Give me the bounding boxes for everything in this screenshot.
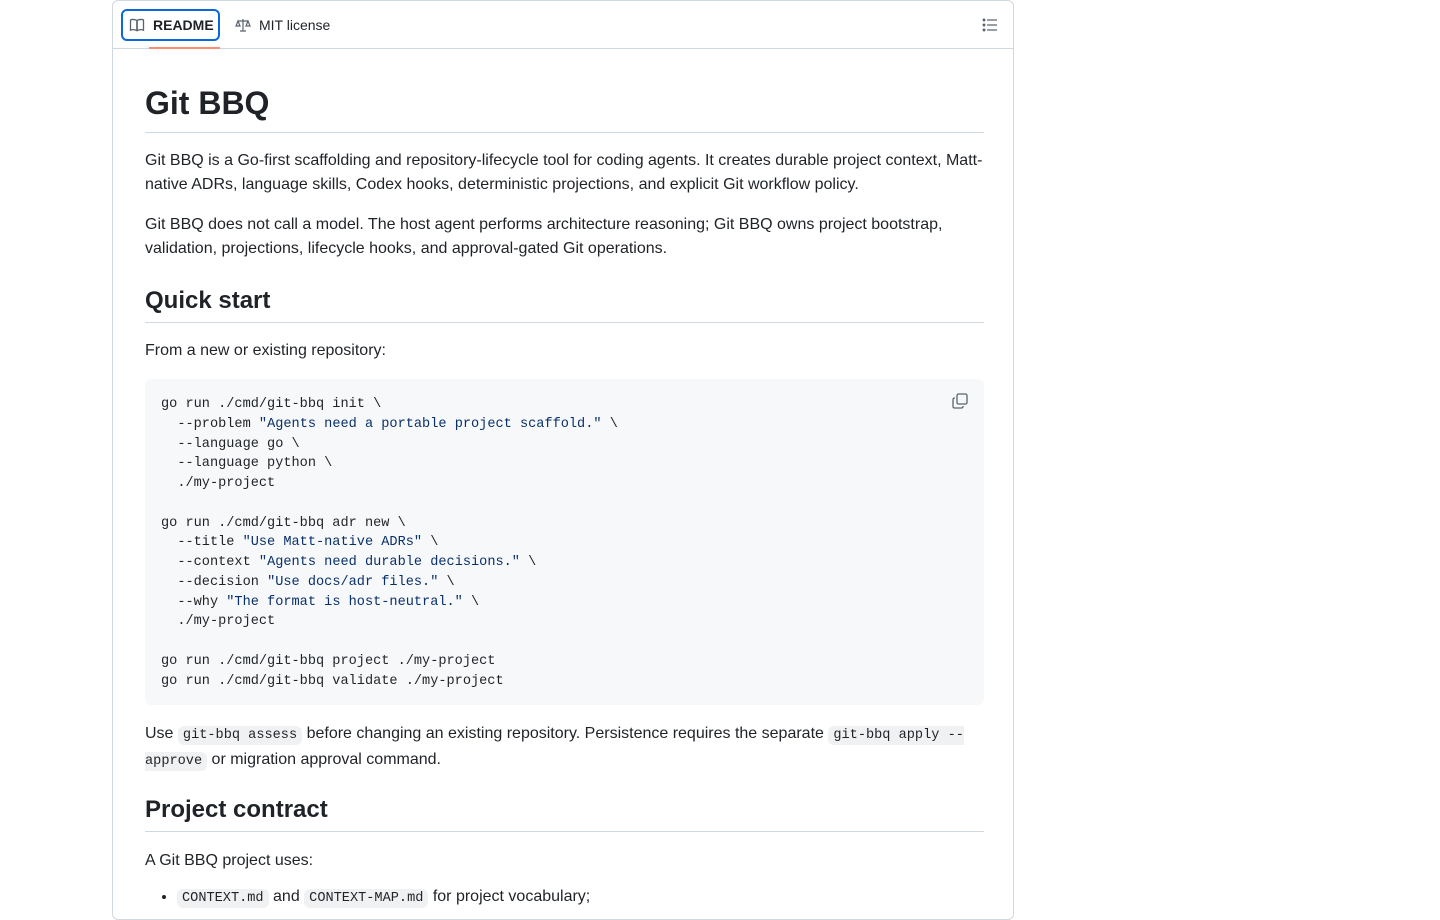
quickstart-heading: Quick start xyxy=(145,287,271,314)
usage-text-1: Use xyxy=(145,725,178,742)
code-line: ./my-project xyxy=(161,476,276,491)
tab-license-label: MIT license xyxy=(259,17,331,33)
list-unordered-icon[interactable] xyxy=(981,16,999,34)
code-line: --language python \ xyxy=(161,456,333,472)
tab-license[interactable]: MIT license xyxy=(235,9,330,41)
usage-text-2: before changing an existing repository. … xyxy=(302,725,829,742)
code-line: --title "Use Matt-native ADRs" \ xyxy=(161,535,439,551)
quickstart-intro: From a new or existing repository: xyxy=(145,342,386,359)
readme-tab-bar: README MIT license xyxy=(113,1,1013,49)
tab-readme[interactable]: README xyxy=(121,9,220,41)
inline-code: CONTEXT-MAP.md xyxy=(304,889,429,908)
contract-heading: Project contract xyxy=(145,796,328,823)
usage-paragraph: Use git-bbq assess before changing an ex… xyxy=(145,722,984,774)
intro-paragraph-2: Git BBQ does not call a model. The host … xyxy=(145,216,943,257)
law-scale-icon xyxy=(235,17,251,33)
copy-icon[interactable] xyxy=(950,391,970,411)
code-string: "Use docs/adr files." xyxy=(267,574,439,590)
code-line: go run ./cmd/git-bbq project ./my-projec… xyxy=(161,653,496,669)
contract-divider xyxy=(145,831,984,832)
usage-text-3: or migration approval command. xyxy=(207,751,441,768)
tab-readme-label: README xyxy=(153,17,214,33)
title-divider xyxy=(145,132,984,133)
book-icon xyxy=(129,17,145,33)
inline-code: CONTEXT.md xyxy=(177,889,269,908)
intro-paragraph-1: Git BBQ is a Go-first scaffolding and re… xyxy=(145,152,983,193)
code-line: --language go \ xyxy=(161,436,300,452)
readme-panel: README MIT license Git BBQ Git BBQ is a … xyxy=(112,0,1014,920)
code-line: --context "Agents need durable decisions… xyxy=(161,555,537,570)
code-content: go run ./cmd/git-bbq init \ --problem "A… xyxy=(161,395,968,691)
quickstart-divider xyxy=(145,322,984,323)
code-line: --decision "Use docs/adr files." \ xyxy=(161,574,455,590)
code-line: --problem "Agents need a portable projec… xyxy=(161,416,618,432)
code-line: --why "The format is host-neutral." \ xyxy=(161,594,480,610)
readme-title: Git BBQ xyxy=(145,85,270,121)
contract-intro: A Git BBQ project uses: xyxy=(145,852,314,869)
code-line: go run ./cmd/git-bbq init \ xyxy=(161,397,382,412)
code-string: "Agents need a portable project scaffold… xyxy=(258,416,602,432)
code-block: go run ./cmd/git-bbq init \ --problem "A… xyxy=(145,379,984,705)
code-line: go run ./cmd/git-bbq adr new \ xyxy=(161,515,406,531)
code-string: "Use Matt-native ADRs" xyxy=(242,535,423,551)
code-string: "Agents need durable decisions." xyxy=(258,555,520,570)
code-line: go run ./cmd/git-bbq validate ./my-proje… xyxy=(161,673,504,689)
active-tab-indicator xyxy=(149,47,220,49)
list-item: CONTEXT.md and CONTEXT-MAP.md for projec… xyxy=(177,885,590,911)
code-line: ./my-project xyxy=(161,614,276,630)
contract-list: CONTEXT.md and CONTEXT-MAP.md for projec… xyxy=(145,885,590,911)
inline-code-assess: git-bbq assess xyxy=(177,726,303,745)
code-string: "The format is host-neutral." xyxy=(226,594,463,610)
